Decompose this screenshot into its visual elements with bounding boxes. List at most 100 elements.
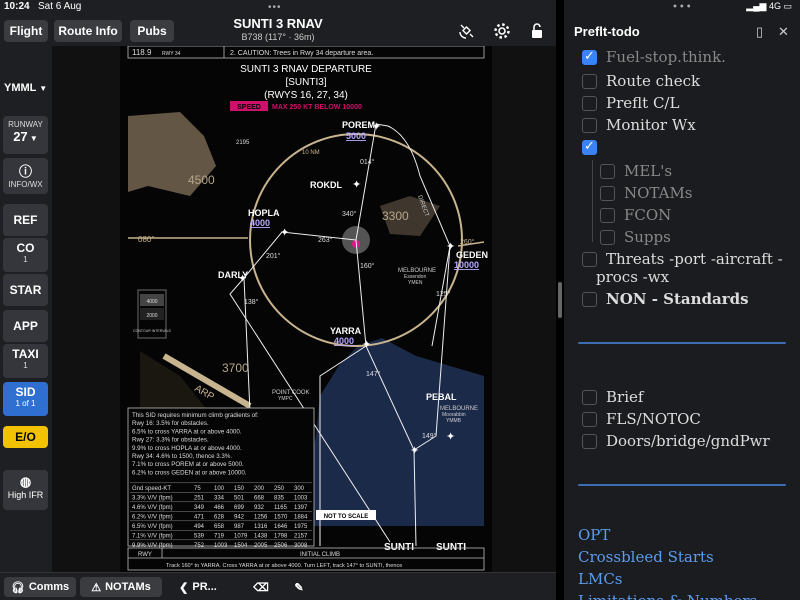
chart-subtitle: B738 (117° · 36m) bbox=[241, 32, 315, 42]
wp-sunti-1: SUNTI bbox=[384, 542, 414, 553]
note-link[interactable]: OPT bbox=[578, 526, 610, 544]
table-cell: 658 bbox=[214, 524, 225, 530]
sidebar-item-app[interactable]: APP bbox=[3, 310, 48, 342]
table-cell: 1397 bbox=[294, 505, 308, 511]
table-cell: 1316 bbox=[254, 524, 268, 530]
todo-item-text[interactable]: Threats -port -aircraft - bbox=[606, 250, 783, 268]
todo-checkbox[interactable] bbox=[582, 74, 597, 89]
sidebar-item-star[interactable]: STAR bbox=[3, 274, 48, 306]
multitask-dots-icon[interactable]: ••• bbox=[268, 2, 282, 13]
previous-chart-button[interactable]: ❮ PR... bbox=[170, 577, 226, 597]
table-header-cell: 150 bbox=[234, 486, 245, 492]
todo-item-text[interactable]: Preflt C/L bbox=[606, 94, 679, 112]
todo-checkbox[interactable] bbox=[582, 412, 597, 427]
chart-viewer[interactable]: 118.9 RWY 34 2. CAUTION: Trees in Rwy 34… bbox=[52, 46, 556, 572]
note-link[interactable]: Limitations & Numbers bbox=[578, 592, 757, 600]
table-cell: 1975 bbox=[294, 524, 308, 530]
info-wx-button[interactable]: ⓘ INFO/WX bbox=[3, 158, 48, 194]
table-cell: 1798 bbox=[274, 534, 288, 540]
notams-button[interactable]: ⚠ NOTAMs bbox=[80, 577, 162, 597]
sidebar-toggle-icon[interactable]: ▯ bbox=[756, 24, 763, 40]
sidebar-item-eo[interactable]: E/O bbox=[3, 426, 48, 448]
co-count: 1 bbox=[23, 255, 28, 264]
todo-item-text[interactable]: MEL's bbox=[624, 162, 672, 180]
wp-geden-alt: 10000 bbox=[454, 260, 479, 270]
eo-label: E/O bbox=[15, 430, 36, 444]
runway-selector[interactable]: RUNWAY 27 ▼ bbox=[3, 116, 48, 154]
todo-item-text[interactable]: Monitor Wx bbox=[606, 116, 696, 134]
pubs-button[interactable]: Pubs bbox=[130, 20, 174, 42]
wp-porem-alt: 5000 bbox=[346, 131, 366, 141]
table-cell: 1438 bbox=[254, 534, 268, 540]
close-icon[interactable]: ✕ bbox=[778, 24, 789, 40]
sidebar-item-taxi[interactable]: TAXI 1 bbox=[3, 344, 48, 378]
todo-checkbox[interactable] bbox=[582, 118, 597, 133]
todo-checkbox[interactable] bbox=[600, 208, 615, 223]
todo-checkbox[interactable] bbox=[582, 434, 597, 449]
todo-item-text[interactable]: NON - Standards bbox=[606, 290, 749, 308]
note-link[interactable]: Crossbleed Starts bbox=[578, 548, 714, 566]
divider-handle[interactable] bbox=[558, 282, 562, 318]
airport-selector[interactable]: YMML ▼ bbox=[4, 82, 47, 94]
todo-item-text[interactable]: Fuel-stop.think. bbox=[606, 48, 726, 66]
todo-checkbox[interactable] bbox=[582, 390, 597, 405]
lock-icon[interactable] bbox=[528, 22, 546, 40]
flight-button[interactable]: Flight bbox=[4, 20, 48, 42]
todo-item-text[interactable]: Route check bbox=[606, 72, 700, 90]
sidebar-item-high-ifr[interactable]: ◍ High IFR bbox=[3, 470, 48, 510]
svg-text:✦: ✦ bbox=[446, 431, 455, 443]
todo-checkbox[interactable] bbox=[582, 139, 597, 155]
track-340: 340° bbox=[342, 210, 357, 218]
table-cell: 501 bbox=[234, 496, 245, 502]
chart-graphic: 118.9 RWY 34 2. CAUTION: Trees in Rwy 34… bbox=[127, 46, 488, 571]
sidebar-item-sid[interactable]: SID 1 of 1 bbox=[3, 382, 48, 416]
svg-text:✦: ✦ bbox=[280, 227, 289, 239]
table-header-cell: 100 bbox=[214, 486, 225, 492]
svg-text:118.9: 118.9 bbox=[132, 48, 152, 57]
todo-checkbox[interactable] bbox=[582, 49, 597, 65]
route-info-button[interactable]: Route Info bbox=[54, 20, 122, 42]
multitask-dots-icon[interactable]: ••• bbox=[672, 2, 693, 13]
todo-checkbox[interactable] bbox=[582, 292, 597, 307]
sid-note-line: 6.2% to cross GEDEN at or above 10000. bbox=[132, 469, 247, 476]
sidebar-item-co[interactable]: CO 1 bbox=[3, 238, 48, 272]
wp-pebal: PEBAL bbox=[426, 392, 457, 402]
sid-chart[interactable]: 118.9 RWY 34 2. CAUTION: Trees in Rwy 34… bbox=[120, 46, 492, 572]
table-cell: 932 bbox=[254, 505, 265, 511]
note-link[interactable]: LMCs bbox=[578, 570, 623, 588]
todo-item-text[interactable]: FLS/NOTOC bbox=[606, 410, 701, 428]
sid-label: SID bbox=[15, 385, 36, 399]
ipad-split-screen: 10:24 Sat 6 Aug ••• Flight Route Info Pu… bbox=[0, 0, 800, 600]
todo-checkbox[interactable] bbox=[582, 96, 597, 111]
table-cell: 942 bbox=[234, 515, 245, 521]
chart-app-pane: 10:24 Sat 6 Aug ••• Flight Route Info Pu… bbox=[0, 0, 556, 600]
track-149: 149° bbox=[422, 432, 437, 440]
comms-button[interactable]: 🎧︎ Comms bbox=[4, 577, 76, 597]
msa-caption: CONTOUR INTERVALS bbox=[133, 329, 171, 333]
todo-checkbox[interactable] bbox=[600, 164, 615, 179]
pen-icon[interactable]: ✎ bbox=[288, 577, 310, 597]
todo-item-text[interactable]: Doors/bridge/gndPwr bbox=[606, 432, 770, 450]
todo-item-text-wrap[interactable]: procs -wx bbox=[596, 268, 669, 286]
gear-icon[interactable] bbox=[493, 22, 511, 40]
sidebar-item-ref[interactable]: REF bbox=[3, 204, 48, 236]
city-code: YMEN bbox=[408, 280, 423, 286]
todo-item-text[interactable]: FCON bbox=[624, 206, 671, 224]
split-divider[interactable] bbox=[556, 0, 564, 600]
todo-item-text[interactable]: Brief bbox=[606, 388, 643, 406]
todo-item-text[interactable]: NOTAMs bbox=[624, 184, 693, 202]
todo-checkbox[interactable] bbox=[600, 186, 615, 201]
eraser-icon[interactable]: ⌫ bbox=[250, 577, 272, 597]
chart-title: SUNTI 3 RNAV bbox=[233, 16, 323, 31]
ref-label: REF bbox=[13, 213, 38, 227]
satellite-icon[interactable] bbox=[458, 22, 476, 40]
todo-checkbox[interactable] bbox=[582, 252, 597, 267]
melb2-code: YMMB bbox=[446, 418, 462, 424]
indent-guide bbox=[592, 160, 593, 242]
todo-item-text[interactable]: Supps bbox=[624, 228, 671, 246]
runway-label: RUNWAY bbox=[8, 120, 43, 129]
todo-checkbox[interactable] bbox=[600, 230, 615, 245]
bottom-rwy: RWY bbox=[138, 552, 152, 558]
headset-icon: 🎧︎ bbox=[10, 581, 25, 594]
high-ifr-label: High IFR bbox=[7, 490, 44, 500]
